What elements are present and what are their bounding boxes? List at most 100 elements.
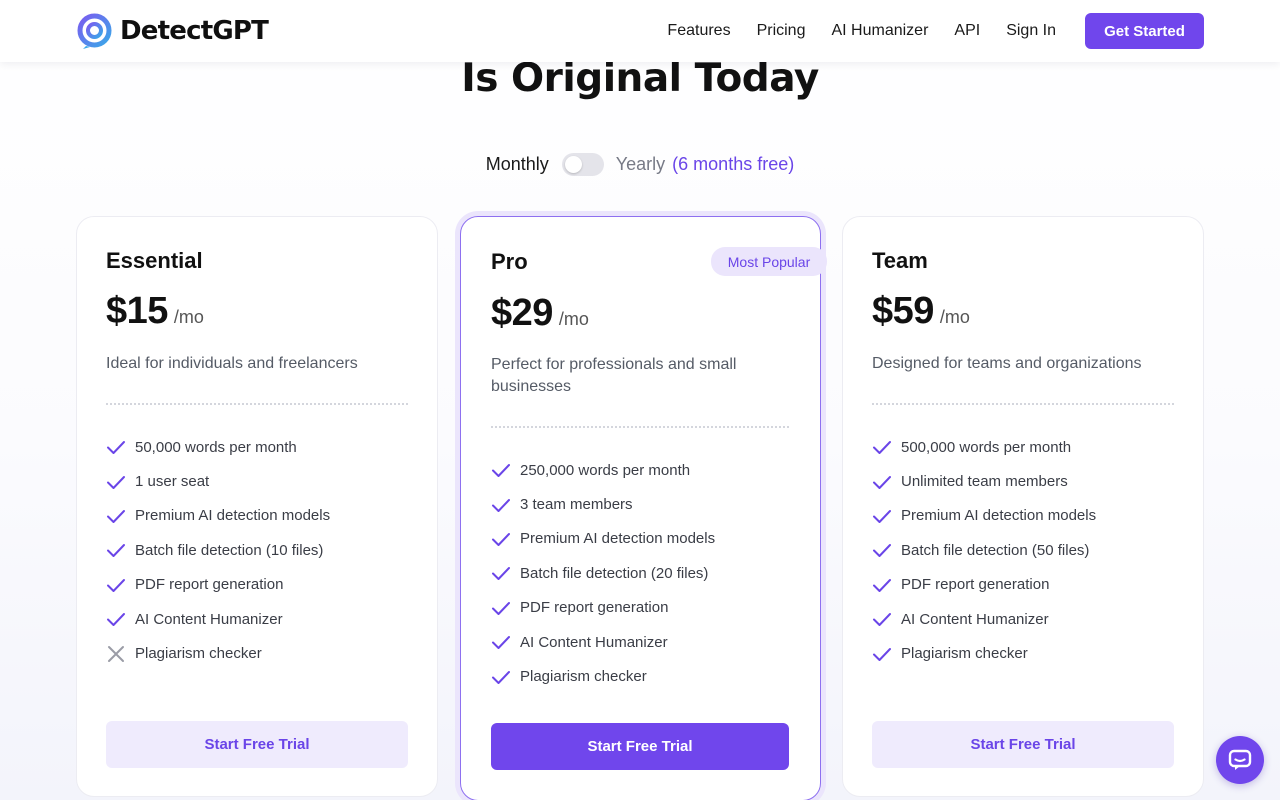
check-icon: [107, 613, 125, 627]
feature-item: PDF report generation: [106, 568, 330, 602]
nav-features[interactable]: Features: [667, 22, 730, 40]
feature-item: PDF report generation: [491, 591, 715, 625]
check-icon: [492, 601, 510, 615]
plan-description: Designed for teams and organizations: [872, 355, 1142, 372]
feature-item: AI Content Humanizer: [491, 625, 715, 659]
feature-label: PDF report generation: [520, 599, 669, 617]
feature-label: Plagiarism checker: [135, 645, 262, 663]
feature-label: AI Content Humanizer: [135, 610, 283, 628]
feature-item: Batch file detection (10 files): [106, 533, 330, 567]
brand-name: DetectGPT: [120, 16, 269, 46]
nav-ai-humanizer[interactable]: AI Humanizer: [831, 22, 928, 40]
nav-pricing[interactable]: Pricing: [757, 22, 806, 40]
plan-period: /mo: [173, 307, 204, 327]
plan-card-pro: Pro Most Popular $29 /mo Perfect for pro…: [460, 216, 827, 800]
feature-label: AI Content Humanizer: [901, 610, 1049, 628]
plan-price-row: $15 /mo: [106, 290, 204, 333]
site-header: DetectGPT Features Pricing AI Humanizer …: [0, 0, 1280, 62]
feature-label: 250,000 words per month: [520, 461, 691, 479]
feature-item: Premium AI detection models: [106, 499, 330, 533]
plan-price-row: $29 /mo: [491, 292, 589, 335]
feature-label: Batch file detection (20 files): [520, 564, 709, 582]
billing-monthly-label[interactable]: Monthly: [486, 154, 549, 175]
start-free-trial-button-pro[interactable]: Start Free Trial: [491, 723, 789, 770]
get-started-button[interactable]: Get Started: [1085, 13, 1204, 49]
brand-logo[interactable]: DetectGPT: [76, 13, 269, 50]
feature-label: Plagiarism checker: [520, 668, 647, 686]
feature-label: 1 user seat: [135, 473, 210, 491]
check-icon: [107, 475, 125, 489]
feature-item: Plagiarism checker: [491, 659, 715, 693]
billing-period-switch[interactable]: [561, 153, 604, 176]
feature-item: 250,000 words per month: [491, 453, 715, 487]
chat-launcher-button[interactable]: [1216, 736, 1264, 784]
feature-item: Premium AI detection models: [491, 522, 715, 556]
plan-feature-list: 50,000 words per month 1 user seat Premium…: [106, 430, 330, 671]
nav-sign-in[interactable]: Sign In: [1006, 22, 1056, 40]
feature-item: Batch file detection (20 files): [491, 556, 715, 590]
feature-item: Plagiarism checker: [872, 636, 1096, 670]
check-icon: [873, 578, 891, 592]
feature-label: Batch file detection (10 files): [135, 541, 324, 559]
check-icon: [107, 544, 125, 558]
feature-label: Plagiarism checker: [901, 645, 1028, 663]
feature-label: Premium AI detection models: [520, 530, 716, 548]
feature-item: Batch file detection (50 files): [872, 533, 1096, 567]
feature-label: Premium AI detection models: [135, 507, 331, 525]
billing-yearly-promo: (6 months free): [672, 154, 795, 174]
plan-card-essential: Essential $15 /mo Ideal for individuals …: [76, 216, 438, 797]
check-icon: [492, 498, 510, 512]
check-icon: [107, 441, 125, 455]
plan-divider: [872, 403, 1174, 405]
feature-item: PDF report generation: [872, 568, 1096, 602]
feature-item: 3 team members: [491, 487, 715, 521]
feature-item: 500,000 words per month: [872, 430, 1096, 464]
check-icon: [492, 636, 510, 650]
plan-divider: [491, 426, 789, 428]
plan-name: Pro: [491, 249, 528, 274]
feature-item: Premium AI detection models: [872, 499, 1096, 533]
feature-item: Unlimited team members: [872, 464, 1096, 498]
feature-label: 500,000 words per month: [901, 438, 1072, 456]
plan-price: $29: [491, 292, 553, 334]
start-free-trial-button-team[interactable]: Start Free Trial: [872, 721, 1174, 768]
plan-price: $15: [106, 290, 168, 332]
feature-label: AI Content Humanizer: [520, 633, 668, 651]
feature-label: PDF report generation: [901, 576, 1050, 594]
switch-knob: [564, 156, 582, 173]
plan-description: Perfect for professionals and small busi…: [491, 356, 737, 395]
plan-price: $59: [872, 290, 934, 332]
feature-label: 3 team members: [520, 496, 633, 514]
plan-price-row: $59 /mo: [872, 290, 970, 333]
check-icon: [107, 578, 125, 592]
main-nav: Features Pricing AI Humanizer API Sign I…: [667, 13, 1204, 49]
feature-item: AI Content Humanizer: [106, 602, 330, 636]
chat-bubble-icon: [1228, 749, 1252, 770]
hero-headline: Is Original Today: [461, 56, 819, 101]
check-icon: [873, 544, 891, 558]
check-icon: [492, 567, 510, 581]
plan-name: Essential: [106, 248, 203, 273]
feature-item: Plagiarism checker: [106, 636, 330, 670]
plan-description: Ideal for individuals and freelancers: [106, 355, 358, 372]
check-icon: [107, 509, 125, 523]
billing-yearly-label[interactable]: Yearly: [616, 154, 665, 175]
x-icon: [108, 645, 124, 662]
feature-label: Premium AI detection models: [901, 507, 1097, 525]
feature-item: 50,000 words per month: [106, 430, 330, 464]
nav-api[interactable]: API: [954, 22, 980, 40]
plan-period: /mo: [558, 309, 589, 329]
check-icon: [492, 464, 510, 478]
feature-label: Batch file detection (50 files): [901, 541, 1090, 559]
plan-period: /mo: [939, 307, 970, 327]
feature-label: 50,000 words per month: [135, 438, 297, 456]
logo-mark-icon: [77, 13, 112, 49]
check-icon: [492, 532, 510, 546]
plan-feature-list: 500,000 words per month Unlimited team me…: [872, 430, 1096, 671]
feature-item: 1 user seat: [106, 464, 330, 498]
feature-label: PDF report generation: [135, 576, 284, 594]
plan-card-team: Team $59 /mo Designed for teams and orga…: [842, 216, 1204, 797]
check-icon: [873, 647, 891, 661]
start-free-trial-button-essential[interactable]: Start Free Trial: [106, 721, 408, 768]
check-icon: [873, 475, 891, 489]
